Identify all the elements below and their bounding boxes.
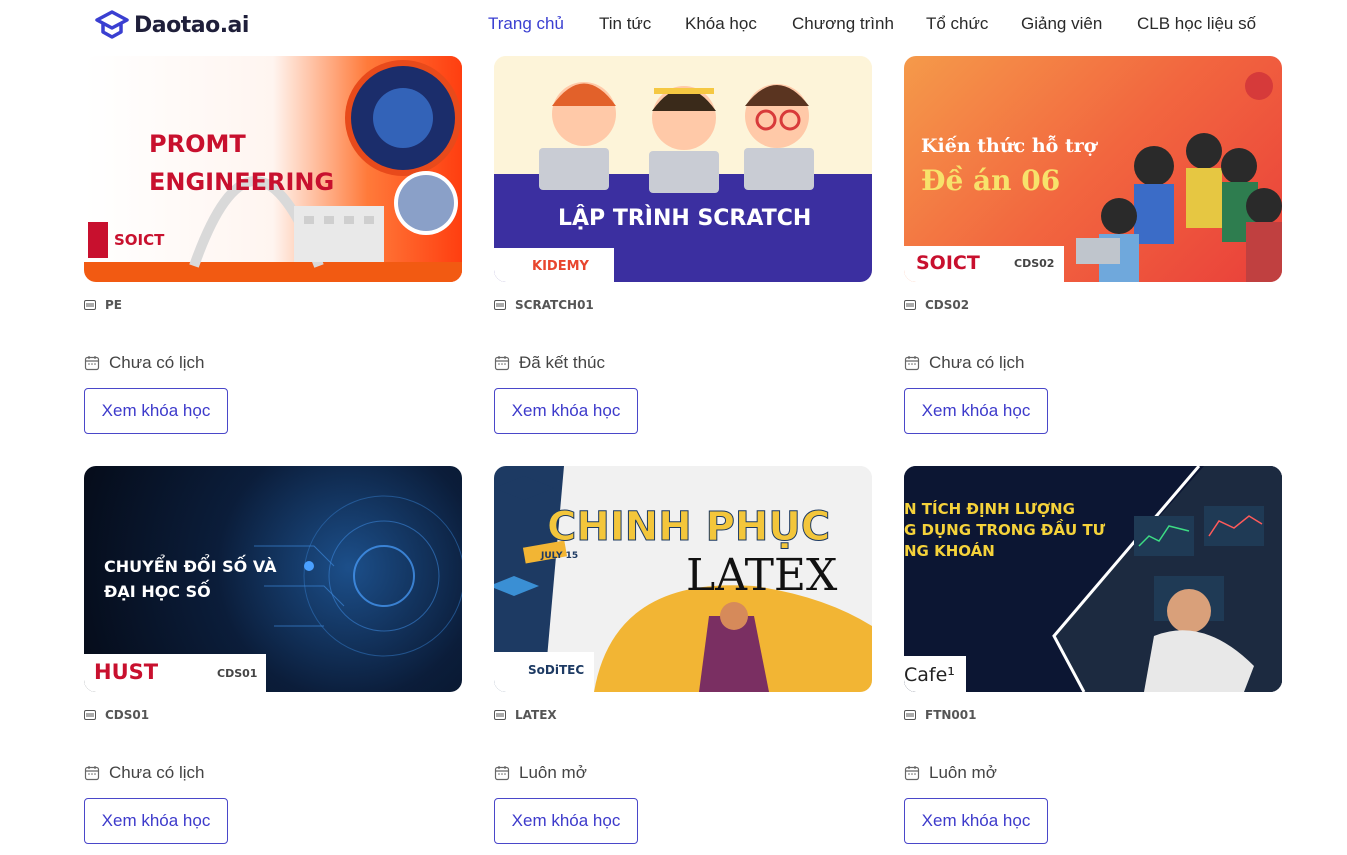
course-code: SCRATCH01	[515, 298, 594, 312]
site-header: Daotao.ai Trang chủ Tin tức Khóa học Chư…	[0, 0, 1347, 50]
thumbnail-title: Đề án 06	[921, 164, 1061, 197]
view-course-button[interactable]: Xem khóa học	[904, 798, 1048, 844]
barcode-icon	[494, 710, 506, 720]
thumbnail-title: NG KHOÁN	[904, 542, 995, 560]
partner-badge: Cafe¹	[904, 664, 955, 686]
nav-clb[interactable]: CLB học liệu số	[1137, 14, 1256, 34]
partner-badge: HUST	[94, 660, 159, 684]
schedule-status: Chưa có lịch	[109, 763, 205, 782]
graduation-cap-icon	[95, 10, 129, 39]
schedule-status: Chưa có lịch	[929, 353, 1025, 372]
course-thumbnail[interactable]: CHINH PHỤC JULY 15 LATEX SoDiTEC	[494, 466, 872, 692]
nav-instructors[interactable]: Giảng viên	[1021, 14, 1102, 34]
thumbnail-title: ENGINEERING	[149, 168, 335, 196]
thumbnail-art	[84, 495, 462, 692]
course-code-row: FTN001	[904, 708, 976, 722]
nav-news[interactable]: Tin tức	[599, 14, 651, 34]
schedule-status: Chưa có lịch	[109, 353, 205, 372]
brand-name: Daotao.ai	[134, 12, 249, 38]
course-code: CDS02	[925, 298, 970, 312]
schedule-row: Chưa có lịch	[904, 353, 1024, 373]
thumbnail-title: G DỤNG TRONG ĐẦU TƯ	[904, 521, 1106, 539]
course-code-row: CDS02	[904, 298, 969, 312]
course-thumbnail[interactable]: Kiến thức hỗ trợ Đề án 06 SOICT CDS02	[904, 56, 1282, 282]
course-code: LATEX	[515, 708, 557, 722]
calendar-icon	[904, 766, 920, 781]
partner-badge: KIDEMY	[532, 259, 589, 274]
course-thumbnail[interactable]: CHUYỂN ĐỔI SỐ VÀ ĐẠI HỌC SỐ HUST CDS01	[84, 466, 462, 692]
thumbnail-title: CHINH PHỤC	[546, 504, 831, 551]
thumbnail-title: N TÍCH ĐỊNH LƯỢNG	[904, 500, 1075, 518]
schedule-status: Đã kết thúc	[519, 353, 605, 372]
barcode-icon	[904, 300, 916, 310]
brand-logo[interactable]: Daotao.ai	[94, 9, 249, 41]
course-code-row: CDS01	[84, 708, 149, 722]
nav-courses[interactable]: Khóa học	[685, 14, 757, 34]
thumbnail-title: LẬP TRÌNH SCRATCH	[558, 206, 812, 231]
course-code: PE	[105, 298, 122, 312]
partner-badge: SoDiTEC	[528, 663, 585, 677]
thumbnail-title: PROMT	[149, 130, 246, 158]
barcode-icon	[84, 710, 96, 720]
thumbnail-art	[494, 56, 872, 282]
date-ribbon: JULY 15	[541, 551, 579, 561]
thumbnail-title: Kiến thức hỗ trợ	[921, 135, 1097, 157]
nav-programs[interactable]: Chương trình	[792, 14, 894, 34]
course-code-row: LATEX	[494, 708, 557, 722]
course-thumbnail[interactable]: PROMT ENGINEERING SOICT	[84, 56, 462, 282]
course-code: CDS01	[105, 708, 150, 722]
view-course-button[interactable]: Xem khóa học	[494, 388, 638, 434]
schedule-row: Đã kết thúc	[494, 353, 605, 373]
barcode-icon	[494, 300, 506, 310]
barcode-icon	[84, 300, 96, 310]
calendar-icon	[84, 766, 100, 781]
barcode-icon	[904, 710, 916, 720]
calendar-icon	[84, 356, 100, 371]
schedule-row: Chưa có lịch	[84, 353, 204, 373]
schedule-row: Chưa có lịch	[84, 763, 204, 783]
view-course-button[interactable]: Xem khóa học	[904, 388, 1048, 434]
schedule-row: Luôn mở	[904, 763, 997, 783]
course-code-row: PE	[84, 298, 122, 312]
schedule-row: Luôn mở	[494, 763, 587, 783]
course-code-row: SCRATCH01	[494, 298, 594, 312]
schedule-status: Luôn mở	[929, 763, 997, 782]
thumbnail-subtitle: LATEX	[686, 550, 838, 601]
calendar-icon	[904, 356, 920, 371]
schedule-status: Luôn mở	[519, 763, 587, 782]
nav-organizations[interactable]: Tổ chức	[926, 14, 988, 34]
view-course-button[interactable]: Xem khóa học	[84, 798, 228, 844]
partner-badge: SOICT	[916, 252, 980, 274]
partner-badge: SOICT	[114, 231, 165, 249]
partner-badge-code: CDS01	[217, 667, 258, 680]
course-thumbnail[interactable]: LẬP TRÌNH SCRATCH KIDEMY	[494, 56, 872, 282]
course-thumbnail[interactable]: N TÍCH ĐỊNH LƯỢNG G DỤNG TRONG ĐẦU TƯ NG…	[904, 466, 1282, 692]
thumbnail-title: ĐẠI HỌC SỐ	[104, 582, 211, 601]
view-course-button[interactable]: Xem khóa học	[494, 798, 638, 844]
thumbnail-title: CHUYỂN ĐỔI SỐ VÀ	[104, 557, 277, 576]
calendar-icon	[494, 356, 510, 371]
partner-badge-code: CDS02	[1014, 257, 1055, 270]
calendar-icon	[494, 766, 510, 781]
course-code: FTN001	[925, 708, 977, 722]
view-course-button[interactable]: Xem khóa học	[84, 388, 228, 434]
nav-home[interactable]: Trang chủ	[488, 14, 564, 34]
